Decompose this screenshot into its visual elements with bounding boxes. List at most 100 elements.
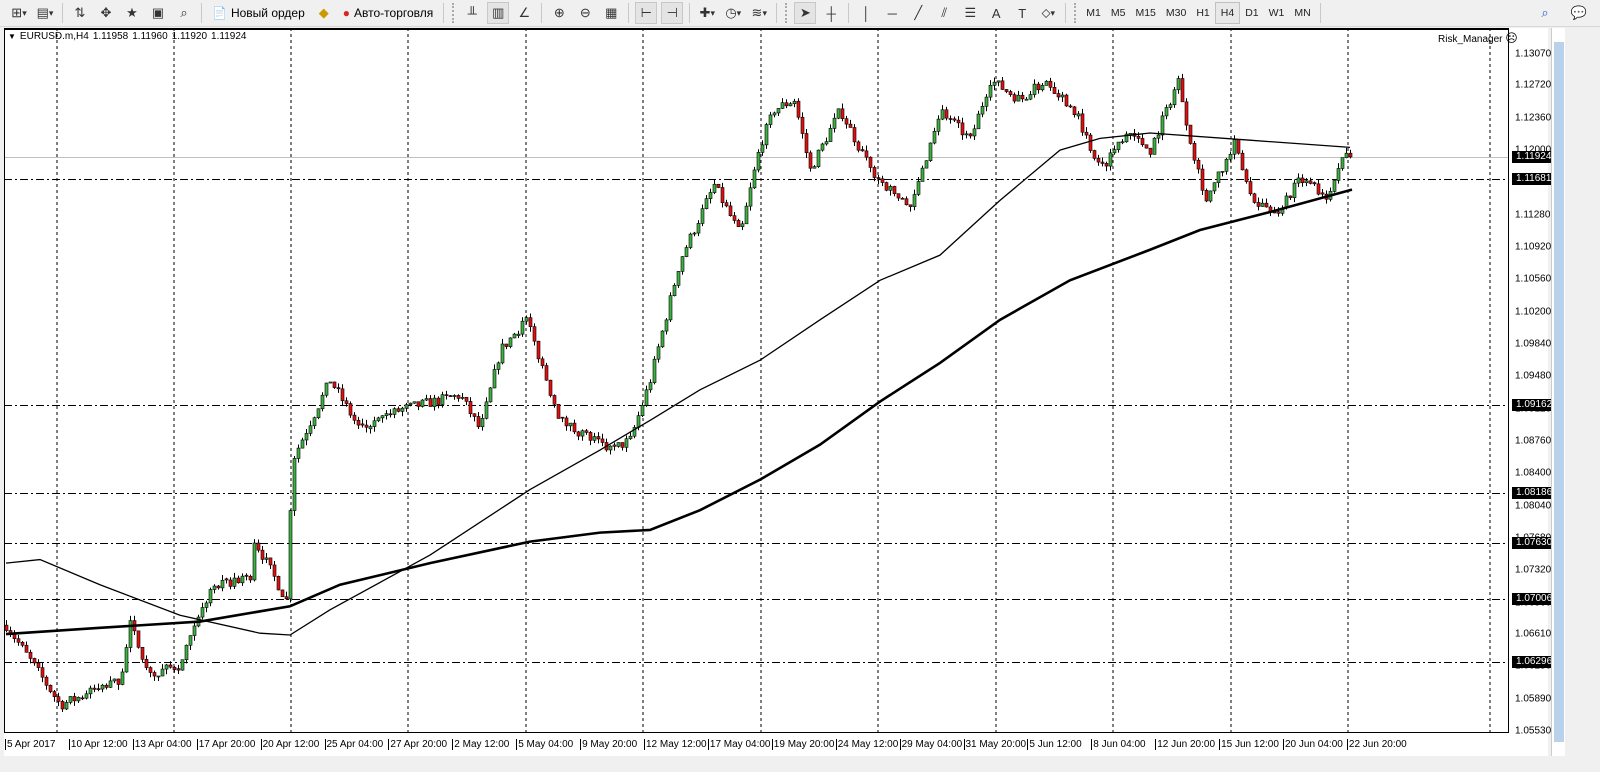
price-tick-label: 1.08760 — [1515, 435, 1552, 447]
cursor-arrow-button[interactable]: ➤ — [794, 2, 817, 24]
price-tick-label: 1.09480 — [1515, 370, 1552, 382]
navigator-crosshair-button[interactable]: ✥ — [95, 2, 117, 24]
bear-candle — [948, 118, 953, 120]
bull-candle — [64, 702, 69, 710]
bull-candle — [324, 382, 329, 396]
bull-candle — [500, 343, 505, 364]
search-button[interactable]: ⌕ — [1534, 2, 1556, 24]
bull-candle — [700, 208, 705, 224]
price-chart[interactable] — [4, 28, 1509, 733]
chart-window[interactable] — [4, 28, 1548, 756]
auto-trading-button[interactable]: ● Авто-торговля — [339, 2, 438, 24]
tile-windows-button[interactable]: ▦ — [600, 2, 622, 24]
bear-candle — [1072, 106, 1077, 116]
scrollbar-thumb[interactable] — [1554, 42, 1564, 742]
dropdown-arrow-icon[interactable]: ▾ — [49, 8, 54, 19]
timeframe-w1[interactable]: W1 — [1264, 2, 1290, 24]
timeframe-m1[interactable]: M1 — [1081, 2, 1106, 24]
autoscroll-button[interactable]: ⊣ — [661, 2, 684, 24]
bear-candle — [852, 127, 857, 143]
dropdown-arrow-icon[interactable]: ▾ — [1051, 8, 1056, 19]
text-button[interactable]: A — [985, 2, 1007, 24]
bar-chart-icon: ╨ — [467, 5, 477, 21]
bear-candle — [352, 414, 357, 421]
terminal-button[interactable]: ▣ — [147, 2, 169, 24]
timeframe-m15[interactable]: M15 — [1130, 2, 1160, 24]
bear-candle — [848, 123, 853, 128]
templates-button[interactable]: ≋ ▾ — [748, 2, 770, 24]
bear-candle — [360, 423, 365, 426]
bear-candle — [736, 220, 741, 227]
dropdown-arrow-icon[interactable]: ▾ — [762, 8, 767, 19]
vertical-scrollbar[interactable] — [1551, 28, 1565, 756]
vertical-line-icon: │ — [862, 5, 871, 21]
market-watch-button[interactable]: ⇅ — [69, 2, 91, 24]
timeframe-h4[interactable]: H4 — [1214, 2, 1241, 24]
bull-candle — [1344, 152, 1349, 158]
strategy-tester-button[interactable]: ⌕ — [173, 2, 195, 24]
timeframe-d1[interactable]: D1 — [1240, 2, 1263, 24]
time-tick-label: 17 May 04:00 — [707, 739, 771, 750]
bull-candle — [1076, 113, 1081, 117]
bar-chart-button[interactable]: ╨ — [461, 2, 483, 24]
timeframe-m30[interactable]: M30 — [1161, 2, 1191, 24]
dropdown-arrow-icon[interactable]: ▾ — [737, 8, 742, 19]
arrows-button[interactable]: ⬦ ▾ — [1037, 2, 1059, 24]
dropdown-arrow-icon[interactable]: ▾ — [710, 8, 715, 19]
expert-advisor-label[interactable]: Risk_Manager ☹ — [1438, 31, 1518, 45]
bull-candle — [752, 169, 757, 189]
price-tick-label: 1.05530 — [1515, 725, 1552, 737]
collapse-triangle-icon[interactable]: ▼ — [8, 32, 16, 41]
timeframe-m5[interactable]: M5 — [1106, 2, 1131, 24]
profiles-button[interactable]: ▤ ▾ — [34, 2, 56, 24]
new-order-button[interactable]: 📄 Новый ордер — [208, 2, 309, 24]
vertical-line-button[interactable]: │ — [855, 2, 877, 24]
one-click-trading-button[interactable]: ◆ — [313, 2, 335, 24]
toolbar-separator — [201, 3, 202, 23]
trendline-button[interactable]: ╱ — [907, 2, 929, 24]
toolbar-grip[interactable] — [785, 3, 788, 23]
bull-candle — [692, 232, 697, 235]
bull-candle — [568, 422, 573, 427]
toolbar-grip[interactable] — [452, 3, 455, 23]
bull-candle — [1216, 171, 1221, 184]
periods-clock-button[interactable]: ◷ ▾ — [722, 2, 744, 24]
time-tick-label: 2 May 12:00 — [452, 739, 510, 750]
equidistant-channel-button[interactable]: ⫽ — [933, 2, 955, 24]
crosshair-button[interactable]: ┼ — [820, 2, 842, 24]
bear-candle — [1348, 152, 1353, 158]
bear-candle — [1036, 83, 1041, 91]
bear-candle — [248, 575, 253, 581]
chat-button[interactable]: 💬 — [1568, 2, 1590, 24]
bull-candle — [120, 671, 125, 685]
bear-candle — [620, 442, 625, 448]
favorites-folder-button[interactable]: ★ — [121, 2, 143, 24]
templates-icon: ≋ — [751, 5, 763, 20]
text-label-button[interactable]: T — [1011, 2, 1033, 24]
bear-candle — [20, 641, 25, 646]
timeframe-mn[interactable]: MN — [1289, 2, 1315, 24]
fibonacci-button[interactable]: ☰ — [959, 2, 981, 24]
candlestick-button[interactable]: ▥ — [487, 2, 510, 24]
bull-candle — [672, 285, 677, 297]
terminal-icon: ▣ — [151, 5, 165, 20]
bull-candle — [1024, 98, 1029, 101]
zoom-in-button[interactable]: ⊕ — [548, 2, 570, 24]
price-tick-label: 1.12360 — [1515, 112, 1552, 124]
dropdown-arrow-icon[interactable]: ▾ — [22, 8, 27, 19]
zoom-out-button[interactable]: ⊖ — [574, 2, 596, 24]
bull-candle — [792, 100, 797, 105]
bear-candle — [80, 697, 85, 700]
low-price: 1.11920 — [171, 31, 208, 42]
price-tick-label: 1.05890 — [1515, 693, 1552, 705]
chart-shift-button[interactable]: ⊢ — [635, 2, 658, 24]
time-tick-label: 17 Apr 20:00 — [196, 739, 256, 750]
new-chart-button[interactable]: ⊞ ▾ — [8, 2, 30, 24]
bull-candle — [1028, 94, 1033, 100]
bear-candle — [52, 691, 57, 697]
indicators-button[interactable]: ✚ ▾ — [696, 2, 718, 24]
horizontal-line-button[interactable]: ─ — [881, 2, 903, 24]
toolbar-grip[interactable] — [1074, 3, 1077, 23]
timeframe-h1[interactable]: H1 — [1191, 2, 1214, 24]
line-chart-button[interactable]: ∠ — [513, 2, 535, 24]
